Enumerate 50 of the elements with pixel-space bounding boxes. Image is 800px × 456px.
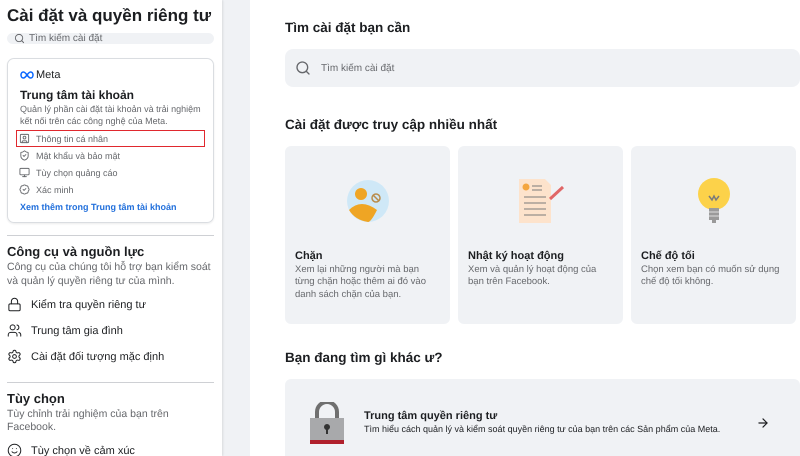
arrow-right-icon xyxy=(756,416,770,430)
card-title: Nhật ký hoạt động xyxy=(468,250,565,262)
card-title: Chế độ tối xyxy=(641,250,696,262)
accounts-center-link[interactable]: Xem thêm trong Trung tâm tài khoản xyxy=(20,202,203,212)
sidebar-item[interactable]: Tùy chọn về cảm xúc xyxy=(7,438,214,456)
check-badge-icon xyxy=(19,184,30,196)
account-menu-item[interactable]: Mật khẩu và bảo mật xyxy=(16,147,205,164)
padlock-drawing xyxy=(310,402,344,444)
section-title: Tùy chọn xyxy=(7,390,66,406)
document-pen-drawing xyxy=(516,179,564,223)
search-icon xyxy=(295,60,311,76)
sidebar-title: Cài đặt và quyền riêng tư xyxy=(7,6,212,26)
search-icon xyxy=(14,33,25,44)
light-bulb-drawing xyxy=(696,178,730,224)
search-field[interactable]: Tìm kiếm cài đặt xyxy=(285,49,800,87)
sidebar-item[interactable]: Cài đặt đối tượng mặc định xyxy=(7,344,214,370)
setting-card[interactable]: Nhật ký hoạt động Xem và quản lý hoạt động của bạn trên Facebook. xyxy=(458,146,623,324)
card-title: Trung tâm quyền riêng tư xyxy=(364,410,498,422)
section-heading: Cài đặt được truy cập nhiều nhất xyxy=(285,117,498,132)
infinity-logo-icon xyxy=(20,71,34,79)
privacy-center-card[interactable]: Trung tâm quyền riêng tư Tìm hiểu cách quản lý và kiểm soát quyền riêng tư của bạn trên các Sản phẩm của Meta. xyxy=(285,379,800,456)
section-description: Tùy chỉnh trải nghiệm của bạn trên Facebook. xyxy=(7,408,170,435)
card-description: Tìm hiểu cách quản lý và kiểm soát quyền riêng tư của bạn trên các Sản phẩm của Meta. xyxy=(364,424,722,436)
setting-card[interactable]: Chặn Xem lại những người mà bạn từng chặn hoặc thêm ai đó vào danh sách chặn của bạn. xyxy=(285,146,450,324)
section-description: Công cụ của chúng tôi hỗ trợ bạn kiểm soát và quản lý quyền riêng tư của mình. xyxy=(7,261,212,289)
shield-icon xyxy=(19,150,30,162)
card-description: Quản lý phần cài đặt tài khoản và trải nghiệm kết nối trên các công nghệ của Meta. xyxy=(20,104,202,128)
account-menu-item[interactable]: Thông tin cá nhân xyxy=(16,130,205,148)
lock-icon xyxy=(7,297,22,312)
section-heading: Tìm cài đặt bạn cần xyxy=(285,20,412,35)
card-title: Trung tâm tài khoản xyxy=(20,88,136,102)
card-description: Xem lại những người mà bạn từng chặn hoặc thêm ai đó vào danh sách chặn của bạn. xyxy=(295,264,428,302)
brand-name: Meta xyxy=(36,69,60,81)
people-icon xyxy=(7,323,22,338)
account-menu-item[interactable]: Tùy chọn quảng cáo xyxy=(16,164,205,182)
smiley-icon xyxy=(7,443,22,456)
card-title: Chặn xyxy=(295,250,324,262)
account-menu-item[interactable]: Xác minh xyxy=(16,181,205,198)
card-description: Xem và quản lý hoạt động của bạn trên Facebook. xyxy=(468,264,598,289)
sidebar-item[interactable]: Kiểm tra quyền riêng tư xyxy=(7,292,214,318)
monitor-icon xyxy=(19,167,30,178)
section-heading: Bạn đang tìm gì khác ư? xyxy=(285,350,444,365)
profile-card-icon xyxy=(19,133,30,144)
section-title: Công cụ và nguồn lực xyxy=(7,244,146,260)
blocked-person-drawing xyxy=(346,180,388,222)
card-description: Chọn xem bạn có muốn sử dụng chế độ tối không. xyxy=(641,264,780,289)
setting-card[interactable]: Chế độ tối Chọn xem bạn có muốn sử dụng chế độ tối không. xyxy=(631,146,796,324)
search-field[interactable]: Tìm kiếm cài đặt xyxy=(7,33,214,44)
settings-icon xyxy=(7,349,22,364)
sidebar-item[interactable]: Trung tâm gia đình xyxy=(7,318,214,344)
